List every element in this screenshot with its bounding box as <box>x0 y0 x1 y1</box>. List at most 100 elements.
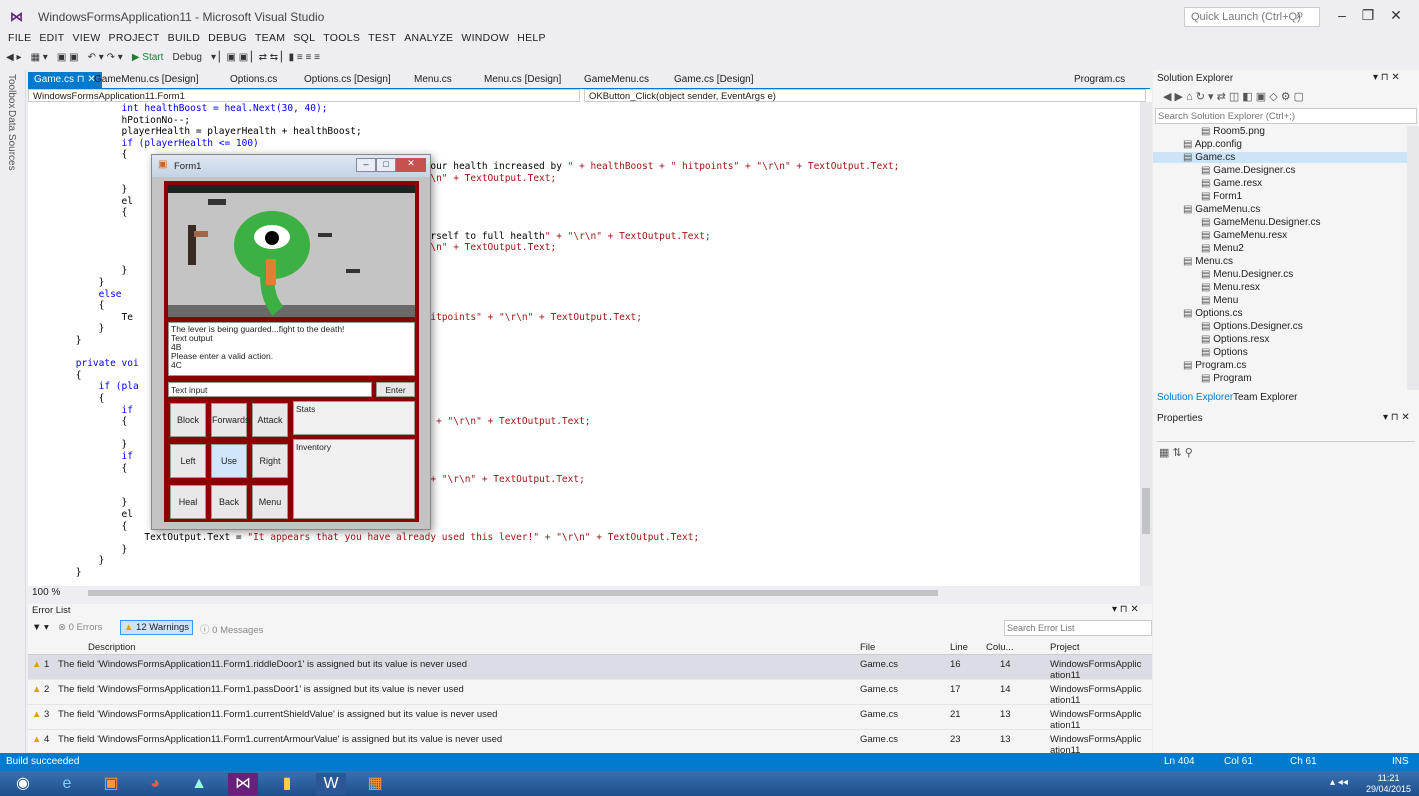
tree-item[interactable]: ▤ Menu.cs <box>1153 256 1407 267</box>
config-dropdown[interactable]: Debug <box>172 48 201 68</box>
tab-9[interactable]: Program.cs <box>1068 72 1131 88</box>
heal-button[interactable]: Heal <box>170 485 206 519</box>
internet-explorer-icon[interactable]: e <box>52 773 82 795</box>
tree-item[interactable]: ▤ Menu.resx <box>1153 282 1407 293</box>
left-button[interactable]: Left <box>170 444 206 478</box>
block-button[interactable]: Block <box>170 403 206 437</box>
tree-item[interactable]: ▤ Game.resx <box>1153 178 1407 189</box>
menu-analyze[interactable]: ANALYZE <box>404 32 453 44</box>
tree-item[interactable]: ▤ Options.cs <box>1153 308 1407 319</box>
menu-view[interactable]: VIEW <box>73 32 101 44</box>
tree-item[interactable]: ▤ GameMenu.cs <box>1153 204 1407 215</box>
tray-icons[interactable]: ▴ ◂◂ <box>1330 777 1348 788</box>
menu-project[interactable]: PROJECT <box>109 32 160 44</box>
right-button[interactable]: Right <box>252 444 288 478</box>
text-input-field[interactable]: Text input <box>168 382 372 397</box>
error-search-input[interactable]: Search Error List <box>1004 620 1152 636</box>
form1-title-bar[interactable]: ▣ Form1 – □ ✕ <box>152 155 430 177</box>
tab-4[interactable]: Options.cs [Design] <box>298 72 397 88</box>
zoom-level[interactable]: 100 % <box>32 587 60 598</box>
tab-7[interactable]: GameMenu.cs <box>578 72 655 88</box>
filter-icon[interactable]: ▼ ▾ <box>32 622 49 633</box>
chrome-icon[interactable]: ◕ <box>140 773 170 795</box>
messages-filter[interactable]: ⓘ 0 Messages <box>200 622 263 636</box>
menu-debug[interactable]: DEBUG <box>208 32 247 44</box>
tab-2[interactable]: GameMenu.cs [Design] <box>88 72 205 88</box>
error-row[interactable]: ▲ 4 The field 'WindowsFormsApplication11.F… <box>28 730 1152 753</box>
tree-item[interactable]: ▤ GameMenu.Designer.cs <box>1153 217 1407 228</box>
maximize-button[interactable]: ❐ <box>1356 4 1380 28</box>
errors-filter[interactable]: ⊗ 0 Errors <box>58 622 102 633</box>
properties-pin-icon[interactable]: ▾ ⊓ ✕ <box>1383 412 1410 423</box>
form1-window[interactable]: ▣ Form1 – □ ✕ The lever is being guarded… <box>151 154 431 530</box>
tree-item[interactable]: ▤ Game.cs <box>1153 152 1407 163</box>
menu-edit[interactable]: EDIT <box>39 32 64 44</box>
menu-window[interactable]: WINDOW <box>461 32 509 44</box>
start-button[interactable]: ▶ Start <box>132 48 164 68</box>
tab-6[interactable]: Menu.cs [Design] <box>478 72 567 88</box>
tree-item[interactable]: ▤ Menu2 <box>1153 243 1407 254</box>
tree-item[interactable]: ▤ Options <box>1153 347 1407 358</box>
solution-search-input[interactable]: Search Solution Explorer (Ctrl+;) <box>1155 108 1417 124</box>
back-icon[interactable]: ◀ ▸ <box>6 48 22 68</box>
back-button[interactable]: Back <box>211 485 247 519</box>
column-header-colu[interactable]: Colu... <box>986 642 1013 653</box>
tree-item[interactable]: ▤ Program <box>1153 373 1407 384</box>
menu-file[interactable]: FILE <box>8 32 31 44</box>
editor-horizontal-scrollbar[interactable]: 100 % <box>28 586 1152 600</box>
column-header-file[interactable]: File <box>860 642 875 653</box>
tree-item[interactable]: ▤ Game.Designer.cs <box>1153 165 1407 176</box>
game-app-icon[interactable]: ▲ <box>184 773 214 795</box>
class-dropdown[interactable]: WindowsFormsApplication11.Form1 <box>28 89 580 102</box>
save-icon[interactable]: ▣ ▣ <box>57 48 79 68</box>
minimize-button[interactable]: – <box>1330 4 1354 28</box>
tree-item[interactable]: ▤ Options.resx <box>1153 334 1407 345</box>
tree-item[interactable]: ▤ Options.Designer.cs <box>1153 321 1407 332</box>
tab-3[interactable]: Options.cs <box>224 72 283 88</box>
error-row[interactable]: ▲ 3 The field 'WindowsFormsApplication11.F… <box>28 705 1152 731</box>
menu-sql[interactable]: SQL <box>293 32 315 44</box>
team-explorer-tab[interactable]: Team Explorer <box>1233 392 1297 403</box>
new-project-icon[interactable]: ▦ ▾ <box>31 48 48 68</box>
error-row[interactable]: ▲ 1 The field 'WindowsFormsApplication11.F… <box>28 655 1152 681</box>
toolbar-icons[interactable]: ▾ ▏▣ ▣ ▏⇄ ⇆ ▏▮ ≡ ≡ ≡ <box>211 48 320 68</box>
enter-button[interactable]: Enter <box>376 382 415 397</box>
object-selector[interactable] <box>1157 428 1415 442</box>
editor-vertical-scrollbar[interactable] <box>1140 102 1152 586</box>
tree-item[interactable]: ▤ Menu <box>1153 295 1407 306</box>
close-button[interactable]: ✕ <box>1384 4 1408 28</box>
column-header-line[interactable]: Line <box>950 642 968 653</box>
tree-item[interactable]: ▤ Program.cs <box>1153 360 1407 371</box>
tree-item[interactable]: ▤ Room5.png <box>1153 126 1407 137</box>
form-maximize-button[interactable]: □ <box>376 158 396 172</box>
menu-help[interactable]: HELP <box>517 32 546 44</box>
menu-test[interactable]: TEST <box>368 32 396 44</box>
panel-pin-icon[interactable]: ▾ ⊓ ✕ <box>1373 72 1400 83</box>
forwards-button[interactable]: Forwards <box>211 403 250 437</box>
visual-studio-taskbar-icon[interactable]: ⋈ <box>228 773 258 795</box>
scroll-thumb[interactable] <box>1142 488 1150 534</box>
attack-button[interactable]: Attack <box>252 403 288 437</box>
warnings-filter[interactable]: ▲ 12 Warnings <box>120 620 194 635</box>
data-sources-tab[interactable]: Data Sources <box>6 110 17 171</box>
file-explorer-icon[interactable]: ▮ <box>272 773 302 795</box>
column-header-description[interactable]: Description <box>88 642 136 653</box>
clock[interactable]: 11:21 29/04/2015 <box>1366 773 1411 795</box>
tree-item[interactable]: ▤ Form1 <box>1153 191 1407 202</box>
form-close-button[interactable]: ✕ <box>396 158 426 172</box>
error-row[interactable]: ▲ 2 The field 'WindowsFormsApplication11.F… <box>28 680 1152 706</box>
menu-tools[interactable]: TOOLS <box>323 32 360 44</box>
menu-button[interactable]: Menu <box>252 485 288 519</box>
word-icon[interactable]: W <box>316 773 346 795</box>
solution-toolbar-icons[interactable]: ◀ ▶ ⌂ ↻ ▾ ⇄ ◫ ◧ ▣ ◇ ⚙ ▢ <box>1163 90 1304 103</box>
start-orb-icon[interactable]: ◉ <box>8 773 38 795</box>
undo-icon[interactable]: ↶ ▾ ↷ ▾ <box>88 48 123 68</box>
toolbox-tab[interactable]: Toolbox <box>6 74 17 108</box>
search-icon[interactable]: ⌕ <box>1296 6 1304 23</box>
tree-item[interactable]: ▤ Menu.Designer.cs <box>1153 269 1407 280</box>
paint-icon[interactable]: ▦ <box>360 773 390 795</box>
tab-8[interactable]: Game.cs [Design] <box>668 72 759 88</box>
member-dropdown[interactable]: OKButton_Click(object sender, EventArgs … <box>584 89 1146 102</box>
form-minimize-button[interactable]: – <box>356 158 376 172</box>
hscroll-thumb[interactable] <box>88 590 938 596</box>
